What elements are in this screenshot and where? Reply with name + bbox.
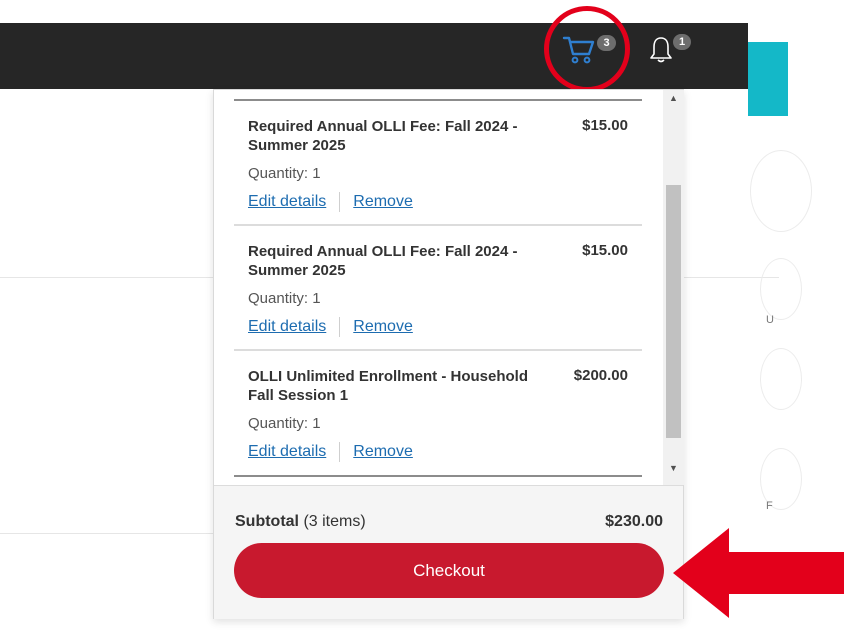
link-divider: [339, 192, 341, 212]
scroll-up-arrow-icon[interactable]: ▲: [663, 90, 684, 107]
subtotal-title: Subtotal: [235, 513, 299, 530]
list-bottom-rule: [234, 475, 642, 477]
bell-icon: [650, 37, 672, 63]
remove-link[interactable]: Remove: [353, 443, 413, 461]
cart-footer: Subtotal (3 items) $230.00 Checkout: [214, 485, 683, 619]
link-divider: [339, 442, 341, 462]
cart-item-name: OLLI Unlimited Enrollment - Household Fa…: [248, 368, 528, 404]
remove-link[interactable]: Remove: [353, 193, 413, 211]
cart-list-scrollbar[interactable]: ▲ ▼: [663, 90, 684, 485]
subtotal-amount: $230.00: [605, 513, 663, 530]
cart-item-quantity: Quantity: 1: [248, 165, 321, 182]
cart-item-quantity: Quantity: 1: [248, 415, 321, 432]
edit-details-link[interactable]: Edit details: [248, 318, 326, 336]
cart-item: Required Annual OLLI Fee: Fall 2024 - Su…: [234, 226, 642, 351]
cart-item-actions: Edit details Remove: [248, 442, 413, 462]
cart-item-name: Required Annual OLLI Fee: Fall 2024 - Su…: [248, 118, 518, 154]
scrollbar-thumb[interactable]: [666, 185, 681, 438]
background-side-letter: U: [766, 314, 774, 326]
top-navigation-bar: [0, 23, 748, 89]
cart-item-price: $15.00: [582, 117, 628, 134]
cart-icon: [562, 36, 595, 64]
background-divider: [0, 533, 213, 534]
background-divider: [0, 277, 213, 278]
background-avatar-placeholder: [760, 348, 802, 410]
background-avatar-placeholder: [750, 150, 812, 232]
cart-dropdown-panel: Required Annual OLLI Fee: Fall 2024 - Su…: [213, 89, 684, 619]
subtotal-label: Subtotal (3 items): [235, 513, 366, 531]
cart-items-list[interactable]: Required Annual OLLI Fee: Fall 2024 - Su…: [214, 90, 663, 485]
cart-item-name: Required Annual OLLI Fee: Fall 2024 - Su…: [248, 243, 518, 279]
cart-button[interactable]: [559, 30, 599, 70]
cart-item: OLLI Unlimited Enrollment - Household Fa…: [234, 351, 642, 476]
cart-item-price: $15.00: [582, 242, 628, 259]
cart-item: Required Annual OLLI Fee: Fall 2024 - Su…: [234, 101, 642, 226]
cart-item-actions: Edit details Remove: [248, 317, 413, 337]
link-divider: [339, 317, 341, 337]
annotation-arrow-icon: [673, 528, 844, 618]
cart-item-actions: Edit details Remove: [248, 192, 413, 212]
notification-count-badge: 1: [673, 34, 691, 50]
checkout-button[interactable]: Checkout: [234, 543, 664, 598]
subtotal-item-count: (3 items): [303, 513, 366, 530]
notifications-button[interactable]: [646, 32, 676, 68]
background-avatar-placeholder: [760, 258, 802, 320]
edit-details-link[interactable]: Edit details: [248, 193, 326, 211]
cart-count-badge: 3: [597, 35, 616, 51]
background-side-letter: F: [766, 500, 773, 512]
scroll-down-arrow-icon[interactable]: ▼: [663, 460, 684, 477]
teal-accent-block: [748, 42, 788, 116]
cart-item-quantity: Quantity: 1: [248, 290, 321, 307]
edit-details-link[interactable]: Edit details: [248, 443, 326, 461]
remove-link[interactable]: Remove: [353, 318, 413, 336]
cart-item-price: $200.00: [573, 367, 628, 384]
